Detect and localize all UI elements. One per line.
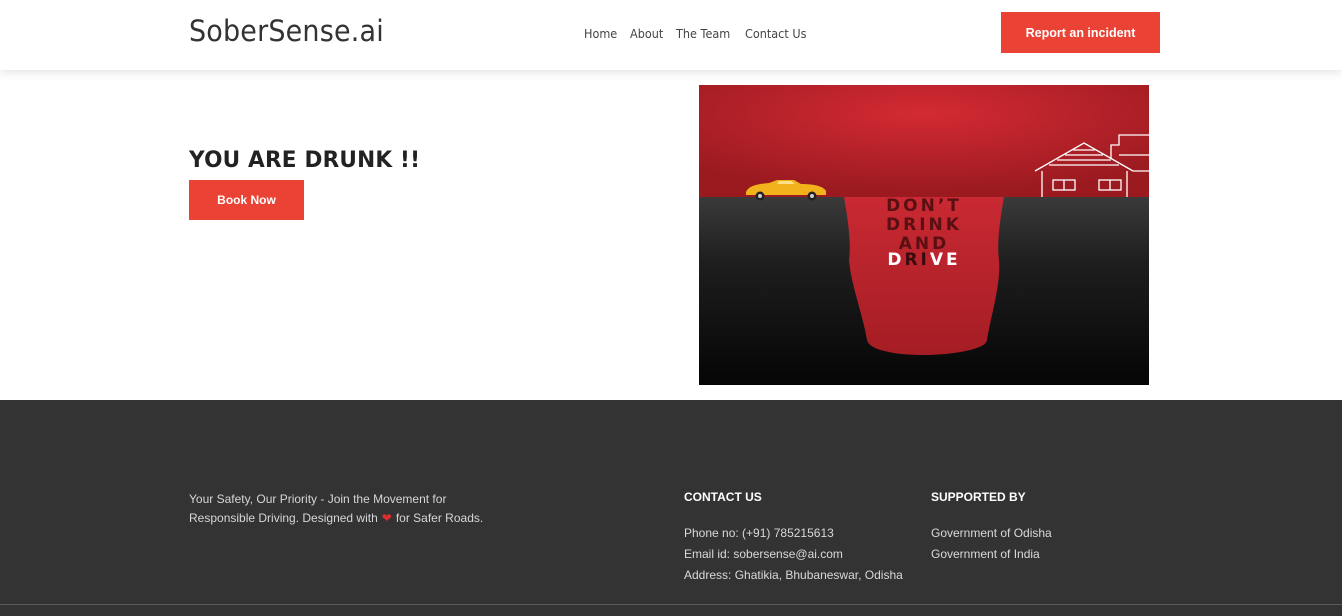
poster-text-ri: RI [904,250,929,270]
poster-text-line1: DON’T [886,196,962,216]
main-nav: Home About The Team Contact Us [584,26,813,41]
report-incident-button[interactable]: Report an incident [1001,12,1160,53]
site-header: SoberSense.ai Home About The Team Contac… [0,0,1342,70]
contact-list: Phone no: (+91) 785215613 Email id: sobe… [684,523,903,586]
nav-the-team[interactable]: The Team [676,26,730,41]
footer-tagline-end: for Safer Roads. [395,511,484,525]
footer-tagline: Your Safety, Our Priority - Join the Mov… [189,490,499,528]
site-logo[interactable]: SoberSense.ai [189,14,384,48]
supporter-india: Government of India [931,547,1040,561]
poster-text-ve: VE [930,250,961,270]
nav-about[interactable]: About [630,26,663,41]
poster-text-line2: DRINK [886,215,962,235]
contact-us-heading: CONTACT US [684,490,762,504]
poster-text-d: D [887,250,904,270]
dont-drink-and-drive-poster: DON’T DRINK AND DRIVE [699,85,1149,385]
supported-by-heading: SUPPORTED BY [931,490,1026,504]
contact-address: Address: Ghatikia, Bhubaneswar, Odisha [684,568,903,582]
footer-divider [0,604,1342,605]
contact-phone: Phone no: (+91) 785215613 [684,526,834,540]
heart-icon: ❤ [381,511,392,525]
supported-list: Government of Odisha Government of India [931,523,1052,565]
hero-title: YOU ARE DRUNK !! [189,147,421,173]
nav-contact-us[interactable]: Contact Us [745,26,806,41]
site-footer: Your Safety, Our Priority - Join the Mov… [0,400,1342,616]
nav-home[interactable]: Home [584,26,617,41]
supporter-odisha: Government of Odisha [931,526,1052,540]
poster-text-line4: DRIVE [887,250,960,270]
book-now-button[interactable]: Book Now [189,180,304,220]
contact-email: Email id: sobersense@ai.com [684,547,843,561]
